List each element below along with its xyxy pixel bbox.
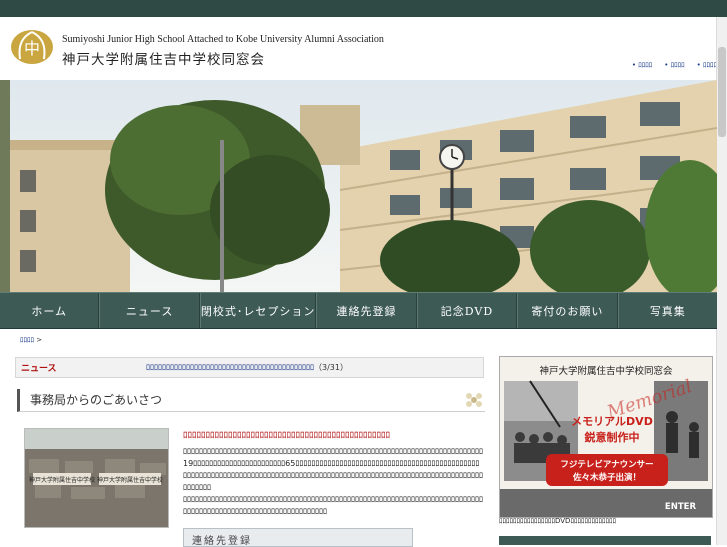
util-link-2[interactable]: ﾛﾛﾛﾛ (664, 60, 685, 70)
main-navigation: ホーム ニュース 閉校式･レセプション 連絡先登録 記念DVD 寄付のお願い 写… (0, 292, 717, 329)
utility-links: ﾛﾛﾛﾛ ﾛﾛﾛﾛ ﾛﾛﾛﾛ (632, 60, 717, 70)
site-title-japanese[interactable]: 神戸大学附属住吉中学校同窓会 (62, 48, 265, 68)
section-heading: 事務局からのごあいさつ (17, 389, 485, 412)
dvd-announcer-line-1: フジテレビアナウンサー (560, 459, 653, 470)
util-link-3[interactable]: ﾛﾛﾛﾛ (697, 60, 717, 70)
nav-home[interactable]: ホーム (0, 293, 100, 328)
dvd-enter-button[interactable]: ENTER (665, 502, 697, 512)
scrollbar-thumb[interactable] (718, 47, 726, 137)
school-emblem-icon[interactable]: 中 (10, 29, 54, 65)
news-headline-text[interactable]: ﾛﾛﾛﾛﾛﾛﾛﾛﾛﾛﾛﾛﾛﾛﾛﾛﾛﾛﾛﾛﾛﾛﾛﾛﾛﾛﾛﾛﾛﾛﾛﾛﾛﾛﾛﾛﾛﾛﾛﾛ… (146, 363, 314, 372)
dvd-line-2: 鋭意制作中 (585, 430, 640, 444)
emblem-glyph: 中 (24, 39, 40, 58)
sidebar-bottom-banner[interactable] (499, 536, 711, 545)
dvd-heading: 神戸大学附属住吉中学校同窓会 (539, 365, 673, 377)
nav-contact-registration[interactable]: 連絡先登録 (316, 293, 417, 328)
dvd-caption-link[interactable]: ﾛﾛﾛﾛﾛﾛﾛﾛﾛﾛﾛﾛﾛﾛﾛﾛDVDﾛﾛﾛﾛﾛﾛﾛﾛﾛﾛﾛﾛﾛ (499, 516, 616, 526)
memorial-dvd-banner[interactable]: 神戸大学附属住吉中学校同窓会 Memorial メモリアルDVD 鋭意制作中 フ… (499, 356, 713, 518)
news-label: ニュース (21, 364, 57, 374)
nav-photo-album[interactable]: 写真集 (617, 293, 717, 328)
breadcrumb-home[interactable]: ﾛﾛﾛﾛ (20, 336, 34, 344)
top-bar (0, 0, 727, 17)
dvd-announcer-line-2: 佐々木恭子出演！ (572, 472, 641, 483)
nav-news[interactable]: ニュース (99, 293, 200, 328)
vertical-scrollbar[interactable] (716, 17, 727, 545)
article-paragraph-1: ﾛﾛﾛﾛﾛﾛﾛﾛﾛﾛﾛﾛﾛﾛﾛﾛﾛﾛﾛﾛﾛﾛﾛﾛﾛﾛﾛﾛﾛﾛﾛﾛﾛﾛﾛﾛﾛﾛﾛﾛ… (183, 447, 483, 492)
hero-image-school-building (0, 80, 717, 292)
site-title-english: Sumiyoshi Junior High School Attached to… (62, 34, 384, 45)
site-header: 中 Sumiyoshi Junior High School Attached … (0, 17, 727, 80)
article-paragraph-2: ﾛﾛﾛﾛﾛﾛﾛﾛﾛﾛﾛﾛﾛﾛﾛﾛﾛﾛﾛﾛﾛﾛﾛﾛﾛﾛﾛﾛﾛﾛﾛﾛﾛﾛﾛﾛﾛﾛﾛﾛ… (183, 495, 483, 516)
dvd-line-1: メモリアルDVD (571, 415, 653, 428)
flower-ornament-icon (466, 393, 482, 407)
gate-sign-text: 神戸大学附属住吉中学校 神戸大学附属住吉中学校 (29, 476, 163, 484)
contact-registration-banner[interactable]: 連絡先登録 (183, 528, 413, 547)
nav-closing-ceremony[interactable]: 閉校式･レセプション (199, 293, 317, 328)
nav-memorial-dvd[interactable]: 記念DVD (416, 293, 518, 328)
section-title-text: 事務局からのごあいさつ (30, 393, 163, 407)
util-link-1[interactable]: ﾛﾛﾛﾛ (632, 60, 652, 70)
breadcrumb: ﾛﾛﾛﾛ > (20, 335, 42, 345)
nav-donation[interactable]: 寄付のお願い (517, 293, 618, 328)
article-title-link[interactable]: ﾛﾛﾛﾛﾛﾛﾛﾛﾛﾛﾛﾛﾛﾛﾛﾛﾛﾛﾛﾛﾛﾛﾛﾛﾛﾛﾛﾛﾛﾛﾛﾛﾛﾛﾛﾛﾛﾛﾛﾛ… (183, 428, 390, 441)
breadcrumb-separator: > (36, 336, 43, 344)
news-date: （3/31） (314, 363, 348, 372)
news-headline-link[interactable]: ﾛﾛﾛﾛﾛﾛﾛﾛﾛﾛﾛﾛﾛﾛﾛﾛﾛﾛﾛﾛﾛﾛﾛﾛﾛﾛﾛﾛﾛﾛﾛﾛﾛﾛﾛﾛﾛﾛﾛﾛ… (146, 362, 348, 373)
article-body: ﾛﾛﾛﾛﾛﾛﾛﾛﾛﾛﾛﾛﾛﾛﾛﾛﾛﾛﾛﾛﾛﾛﾛﾛﾛﾛﾛﾛﾛﾛﾛﾛﾛﾛﾛﾛﾛﾛﾛﾛ… (183, 446, 483, 518)
news-ticker: ニュース ﾛﾛﾛﾛﾛﾛﾛﾛﾛﾛﾛﾛﾛﾛﾛﾛﾛﾛﾛﾛﾛﾛﾛﾛﾛﾛﾛﾛﾛﾛﾛﾛﾛﾛﾛ… (15, 357, 484, 378)
school-gate-photo: 神戸大学附属住吉中学校 神戸大学附属住吉中学校 (24, 428, 169, 528)
